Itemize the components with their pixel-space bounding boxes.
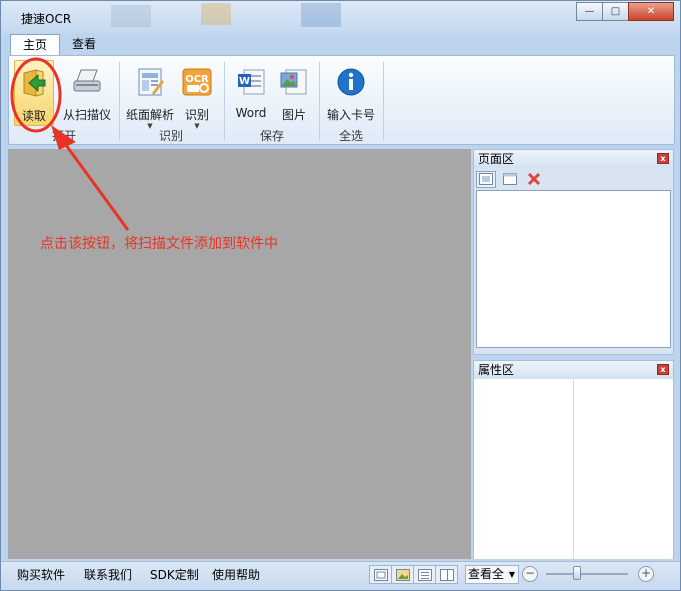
properties-divider: [573, 379, 574, 559]
ribbon-separator: [383, 62, 384, 140]
chevron-down-icon: ▼: [508, 570, 515, 579]
page-panel-header: 页面区 x: [474, 150, 673, 168]
close-icon: ✕: [646, 6, 656, 17]
word-label: Word: [235, 106, 267, 120]
read-label: 读取: [21, 109, 46, 123]
maximize-button[interactable]: □: [602, 2, 629, 21]
minimize-icon: —: [584, 6, 595, 17]
ribbon-tabs: 主页 查看: [10, 34, 108, 56]
image-label: 图片: [281, 108, 306, 122]
info-icon: [337, 68, 365, 96]
group-recognize-label: 识别: [158, 129, 183, 143]
zoom-out-button[interactable]: −: [522, 566, 538, 582]
delete-icon: [527, 172, 541, 186]
thumbnail-view-button[interactable]: [476, 170, 496, 188]
properties-panel: 属性区 x: [473, 360, 674, 559]
status-bar: 购买软件 联系我们 SDK定制 使用帮助 查看全 ▼ − +: [1, 561, 680, 590]
word-export-button[interactable]: W Word: [231, 60, 271, 120]
properties-panel-title: 属性区: [478, 363, 515, 377]
close-button[interactable]: ✕: [628, 2, 674, 21]
contact-us-link[interactable]: 联系我们: [84, 566, 132, 583]
scanner-label: 从扫描仪: [62, 108, 111, 122]
paper-analysis-label: 纸面解析: [125, 108, 174, 122]
blurred-background: [111, 3, 341, 27]
document-canvas[interactable]: [8, 149, 471, 559]
group-select-all-label: 全选: [338, 129, 363, 143]
zoom-slider-thumb[interactable]: [573, 566, 581, 580]
image-export-button[interactable]: 图片: [274, 60, 314, 123]
view-select[interactable]: 查看全 ▼: [465, 565, 519, 584]
tab-home[interactable]: 主页: [10, 34, 61, 56]
sdk-custom-link[interactable]: SDK定制: [150, 566, 199, 583]
image-file-icon: [280, 69, 307, 95]
page-panel-title: 页面区: [478, 152, 515, 166]
fit-page-icon: [373, 568, 388, 581]
image-view-icon: [395, 568, 410, 581]
recognize-label: 识别: [184, 108, 209, 122]
page-panel: 页面区 x: [473, 149, 674, 355]
ocr-icon: OCR: [182, 68, 212, 96]
page-panel-toolbar: [474, 168, 673, 190]
page-panel-close-button[interactable]: x: [657, 153, 669, 164]
delete-page-button[interactable]: [524, 171, 544, 188]
app-window: 捷速OCR — □ ✕ 主页 查看 读取 从扫描仪 打开 纸面解析 ▼ OCR …: [0, 0, 681, 591]
window-controls: — □ ✕: [576, 2, 674, 21]
recognize-button[interactable]: OCR 识别 ▼: [181, 60, 213, 130]
zoom-slider-track[interactable]: [546, 573, 628, 575]
title-bar: 捷速OCR — □ ✕: [1, 1, 680, 33]
group-open-label: 打开: [51, 129, 76, 143]
page-icon: [503, 173, 517, 185]
image-view-button[interactable]: [391, 565, 414, 584]
fit-page-button[interactable]: [369, 565, 392, 584]
text-view-icon: [417, 568, 432, 581]
minimize-button[interactable]: —: [576, 2, 603, 21]
scanner-button[interactable]: 从扫描仪: [61, 60, 113, 123]
text-view-button[interactable]: [413, 565, 436, 584]
tab-view[interactable]: 查看: [60, 34, 108, 56]
thumbnail-icon: [479, 173, 493, 185]
serial-label: 输入卡号: [326, 108, 375, 122]
enter-serial-button[interactable]: 输入卡号: [323, 60, 379, 123]
split-view-button[interactable]: [435, 565, 458, 584]
paper-analysis-button[interactable]: 纸面解析 ▼: [124, 60, 176, 130]
read-button[interactable]: 读取: [14, 60, 54, 126]
properties-panel-close-button[interactable]: x: [657, 364, 669, 375]
group-save-label: 保存: [259, 129, 284, 143]
page-thumbnail-area[interactable]: [476, 190, 671, 348]
properties-panel-header: 属性区 x: [474, 361, 673, 379]
view-select-value: 查看全: [468, 567, 505, 581]
split-view-icon: [439, 568, 454, 581]
ribbon-separator: [224, 62, 225, 140]
properties-grid[interactable]: [474, 379, 673, 559]
folder-open-icon: [23, 69, 46, 97]
svg-text:W: W: [239, 76, 250, 87]
ribbon-separator: [319, 62, 320, 140]
maximize-icon: □: [610, 6, 621, 17]
view-mode-buttons: [369, 565, 458, 584]
word-document-icon: W: [238, 69, 265, 95]
window-title: 捷速OCR: [21, 12, 72, 26]
annotation-text: 点击该按钮，将扫描文件添加到软件中: [40, 236, 278, 252]
zoom-in-button[interactable]: +: [638, 566, 654, 582]
ribbon: 读取 从扫描仪 打开 纸面解析 ▼ OCR 识别 ▼ 识别 W Word 图片 …: [8, 55, 675, 145]
buy-software-link[interactable]: 购买软件: [17, 566, 65, 583]
ribbon-separator: [119, 62, 120, 140]
scanner-icon: [73, 69, 101, 92]
page-layout-icon: [138, 68, 164, 96]
help-link[interactable]: 使用帮助: [212, 566, 260, 583]
list-view-button[interactable]: [500, 171, 520, 188]
